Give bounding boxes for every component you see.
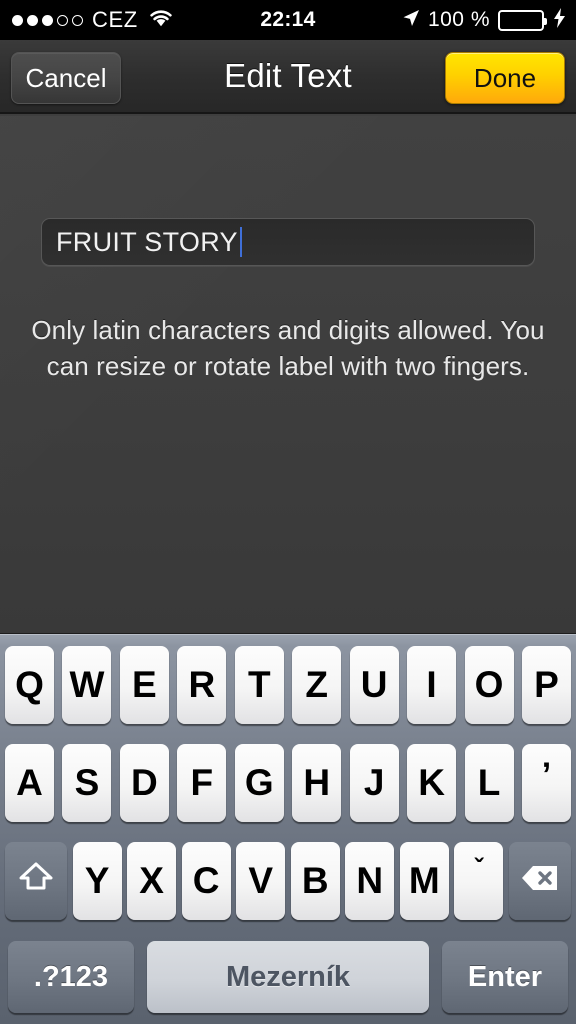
backspace-delete-icon	[520, 860, 560, 902]
key-j[interactable]: J	[349, 744, 399, 822]
key-q[interactable]: Q	[5, 646, 54, 724]
shift-up-arrow-icon	[18, 859, 54, 904]
battery-percent-label: 100 %	[427, 8, 490, 31]
numbers-key[interactable]: .?123	[8, 941, 134, 1013]
key-l[interactable]: L	[464, 744, 514, 822]
keyboard-row-4: .?123 Mezerník Enter	[0, 939, 576, 1015]
shift-key[interactable]	[5, 842, 67, 920]
key-o[interactable]: O	[464, 646, 514, 724]
key-caron-accent[interactable]: ˇ	[454, 842, 504, 920]
key-apostrophe[interactable]: ’	[521, 744, 571, 822]
key-u[interactable]: U	[349, 646, 399, 724]
key-s[interactable]: S	[62, 744, 112, 822]
lightning-bolt-icon	[553, 7, 566, 33]
text-caret	[239, 227, 242, 257]
keyboard-row-1: Q W E R T Z U I O P	[0, 645, 576, 725]
key-t[interactable]: T	[234, 646, 284, 724]
key-r[interactable]: R	[177, 646, 227, 724]
hint-text: Only latin characters and digits allowed…	[31, 315, 545, 381]
key-p[interactable]: P	[521, 646, 571, 724]
iphone-screen: CEZ 22:14 100 % Cancel Edit Text Done FR…	[0, 0, 576, 1024]
key-h[interactable]: H	[292, 744, 342, 822]
status-bar: CEZ 22:14 100 %	[0, 0, 576, 40]
key-g[interactable]: G	[234, 744, 284, 822]
text-input-value: FRUIT STORY	[56, 226, 238, 257]
battery-icon	[498, 9, 547, 31]
key-i[interactable]: I	[407, 646, 457, 724]
key-e[interactable]: E	[119, 646, 169, 724]
key-z[interactable]: Z	[292, 646, 342, 724]
key-k[interactable]: K	[407, 744, 457, 822]
space-key[interactable]: Mezerník	[147, 941, 429, 1013]
content-area: FRUIT STORY Only latin characters and di…	[0, 116, 576, 634]
key-d[interactable]: D	[119, 744, 169, 822]
key-m[interactable]: M	[399, 842, 449, 920]
status-bar-right: 100 %	[401, 0, 566, 40]
navigation-bar: Cancel Edit Text Done	[0, 40, 576, 114]
key-x[interactable]: X	[127, 842, 177, 920]
key-f[interactable]: F	[177, 744, 227, 822]
keyboard-row-3: Y X C V B N M ˇ	[0, 841, 576, 921]
key-a[interactable]: A	[5, 744, 54, 822]
text-input-field[interactable]: FRUIT STORY	[41, 218, 535, 266]
done-button[interactable]: Done	[445, 52, 565, 104]
keyboard-row-2: A S D F G H J K L ’	[0, 743, 576, 823]
on-screen-keyboard: Q W E R T Z U I O P A S D F G H J K L ’	[0, 634, 576, 1024]
key-v[interactable]: V	[236, 842, 286, 920]
backspace-key[interactable]	[508, 842, 571, 920]
key-y[interactable]: Y	[72, 842, 122, 920]
location-arrow-icon	[401, 8, 421, 33]
key-c[interactable]: C	[181, 842, 231, 920]
enter-key[interactable]: Enter	[442, 941, 568, 1013]
key-n[interactable]: N	[345, 842, 395, 920]
key-w[interactable]: W	[62, 646, 112, 724]
key-b[interactable]: B	[290, 842, 340, 920]
